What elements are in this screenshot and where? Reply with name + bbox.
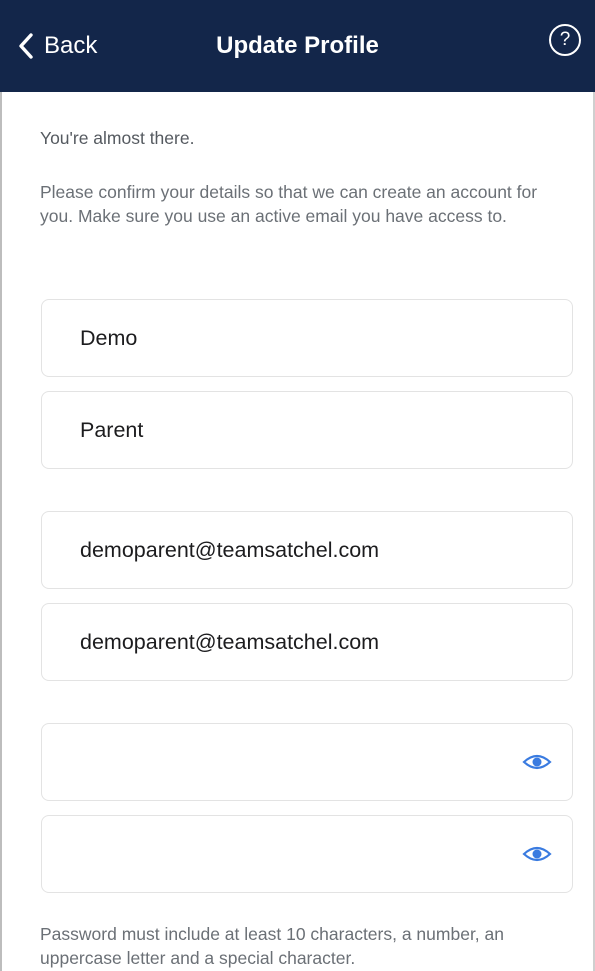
email-field[interactable] bbox=[41, 511, 573, 589]
confirm-email-field[interactable] bbox=[41, 603, 573, 681]
eye-icon[interactable] bbox=[522, 844, 552, 864]
eye-icon[interactable] bbox=[522, 752, 552, 772]
confirm-email-input[interactable] bbox=[80, 629, 552, 655]
password-input[interactable] bbox=[80, 749, 552, 775]
update-profile-screen: Back Update Profile ? You're almost ther… bbox=[0, 0, 595, 971]
description-text: Please confirm your details so that we c… bbox=[40, 182, 538, 226]
password-requirements-hint: Password must include at least 10 charac… bbox=[40, 924, 504, 968]
confirm-password-field[interactable] bbox=[41, 815, 573, 893]
question-circle-icon: ? bbox=[559, 29, 571, 50]
navigation-bar: Back Update Profile ? bbox=[0, 0, 595, 92]
last-name-input[interactable] bbox=[80, 417, 552, 443]
help-button[interactable]: ? bbox=[549, 24, 581, 56]
email-input[interactable] bbox=[80, 537, 552, 563]
first-name-field[interactable] bbox=[41, 299, 573, 377]
confirm-password-input[interactable] bbox=[80, 841, 552, 867]
back-button[interactable]: Back bbox=[18, 0, 97, 92]
chevron-left-icon bbox=[18, 32, 34, 60]
left-edge-divider bbox=[0, 0, 2, 971]
password-field[interactable] bbox=[41, 723, 573, 801]
first-name-input[interactable] bbox=[80, 325, 552, 351]
back-label: Back bbox=[44, 32, 98, 59]
last-name-field[interactable] bbox=[41, 391, 573, 469]
intro-text: You're almost there. bbox=[40, 128, 195, 148]
